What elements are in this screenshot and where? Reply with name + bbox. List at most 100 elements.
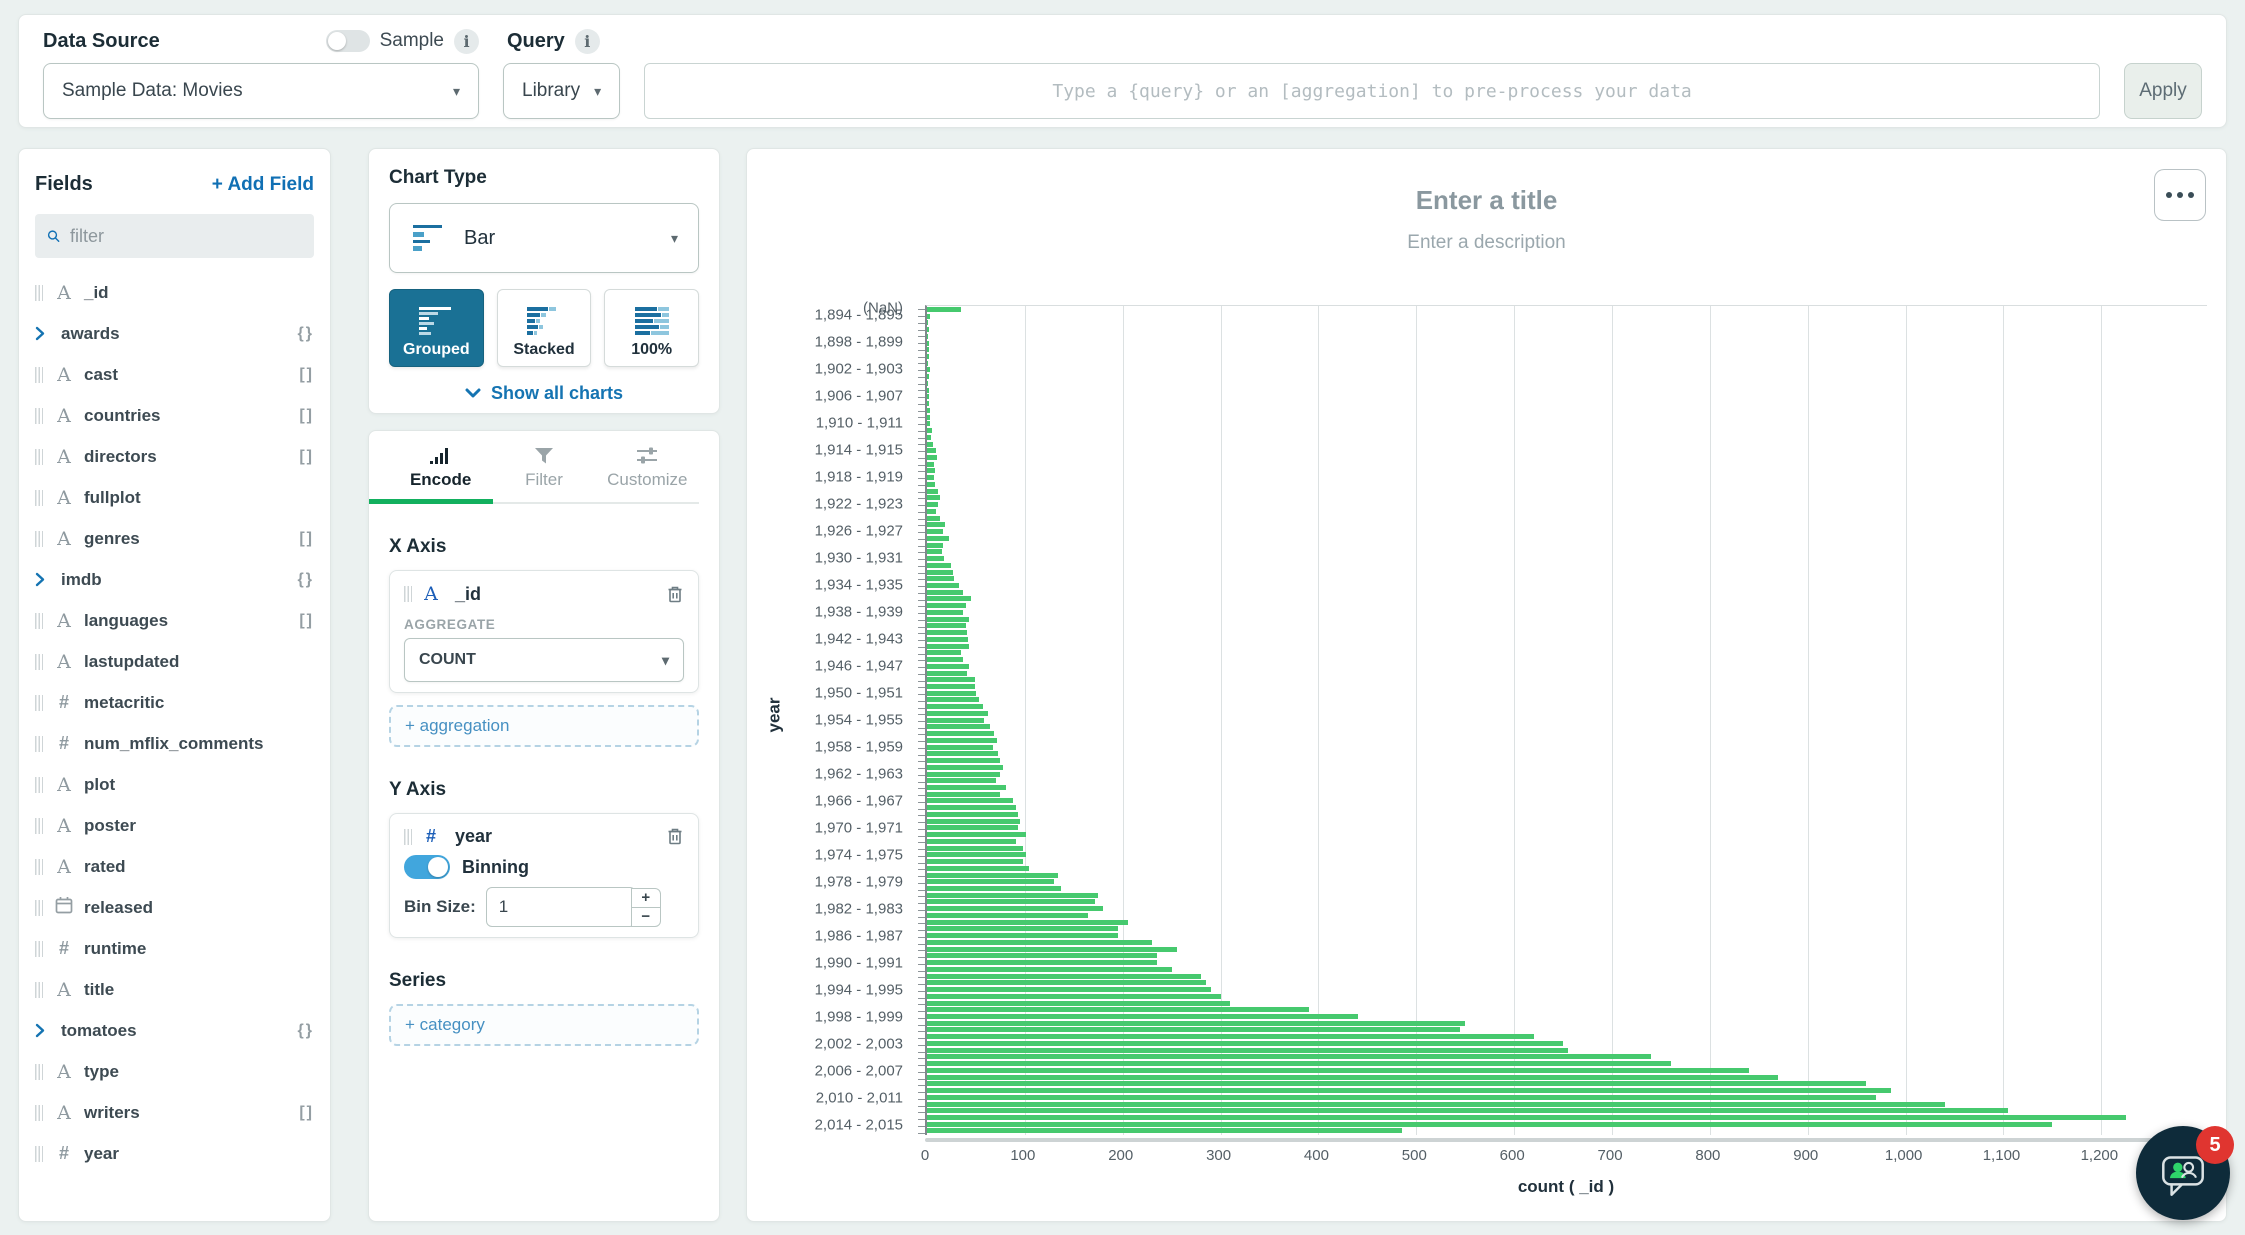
- drag-handle-icon[interactable]: [404, 586, 412, 602]
- x-tick-label: 900: [1793, 1147, 1818, 1164]
- aggregate-select[interactable]: COUNT ▾: [404, 638, 684, 682]
- chart-type-select[interactable]: Bar ▾: [389, 203, 699, 273]
- bar: [927, 1021, 1465, 1026]
- chevron-right-icon[interactable]: [35, 572, 46, 587]
- bar: [927, 361, 928, 366]
- chart-subtype-grouped[interactable]: Grouped: [389, 289, 484, 367]
- drag-handle-icon: [35, 900, 43, 916]
- chart-type-value: Bar: [464, 227, 495, 250]
- bar: [927, 1034, 1534, 1039]
- sample-info-icon[interactable]: i: [454, 29, 479, 54]
- y-tick-label: 1,994 - 1,995: [815, 981, 903, 998]
- field-item-num_mflix_comments[interactable]: #num_mflix_comments: [35, 723, 314, 764]
- bar: [927, 1027, 1460, 1032]
- chart-menu-button[interactable]: [2154, 169, 2206, 221]
- field-item-title[interactable]: Atitle: [35, 969, 314, 1010]
- query-input[interactable]: [644, 63, 2100, 119]
- field-item-languages[interactable]: Alanguages[]: [35, 600, 314, 641]
- library-select[interactable]: Library ▾: [503, 63, 620, 119]
- support-chat-button[interactable]: 5: [2136, 1126, 2230, 1220]
- field-item-metacritic[interactable]: #metacritic: [35, 682, 314, 723]
- bar: [927, 1115, 2126, 1120]
- field-filter-input[interactable]: [70, 226, 302, 247]
- tab-customize[interactable]: Customize: [596, 443, 699, 502]
- x-tick-label: 200: [1108, 1147, 1133, 1164]
- delete-field-icon[interactable]: [666, 585, 684, 604]
- chart-subtype-100[interactable]: 100%: [604, 289, 699, 367]
- bar: [927, 334, 928, 339]
- add-aggregation-dropzone[interactable]: + aggregation: [389, 705, 699, 747]
- drag-handle-icon: [35, 941, 43, 957]
- show-all-charts-link[interactable]: Show all charts: [389, 383, 699, 404]
- field-item-type[interactable]: Atype: [35, 1051, 314, 1092]
- date-type-icon: [52, 896, 76, 919]
- add-category-dropzone[interactable]: + category: [389, 1004, 699, 1046]
- bar: [927, 974, 1201, 979]
- field-item-tomatoes[interactable]: tomatoes{}: [35, 1010, 314, 1051]
- chart-description-placeholder[interactable]: Enter a description: [747, 232, 2226, 254]
- y-tick-label: 2,010 - 2,011: [816, 1089, 903, 1106]
- bar: [927, 1108, 2008, 1113]
- field-item-writers[interactable]: Awriters[]: [35, 1092, 314, 1133]
- drag-handle-icon[interactable]: [404, 829, 412, 845]
- field-item-directors[interactable]: Adirectors[]: [35, 436, 314, 477]
- increment-button[interactable]: +: [631, 888, 661, 908]
- bar: [927, 1122, 2052, 1127]
- sample-toggle[interactable]: [326, 30, 370, 52]
- field-item-genres[interactable]: Agenres[]: [35, 518, 314, 559]
- x-axis-title: X Axis: [389, 536, 699, 558]
- field-item-rated[interactable]: Arated: [35, 846, 314, 887]
- field-item-imdb[interactable]: imdb{}: [35, 559, 314, 600]
- bar: [927, 401, 929, 406]
- field-item-fullplot[interactable]: Afullplot: [35, 477, 314, 518]
- bar: [927, 819, 1020, 824]
- string-type-icon: A: [419, 583, 443, 605]
- drag-handle-icon: [35, 982, 43, 998]
- field-item-runtime[interactable]: #runtime: [35, 928, 314, 969]
- chart-subtype-stacked[interactable]: Stacked: [497, 289, 592, 367]
- tab-filter[interactable]: Filter: [492, 443, 595, 502]
- field-item-_id[interactable]: A_id: [35, 272, 314, 313]
- bar: [927, 482, 935, 487]
- field-item-cast[interactable]: Acast[]: [35, 354, 314, 395]
- bar: [927, 388, 929, 393]
- bar: [927, 953, 1157, 958]
- y-tick-label: 1,954 - 1,955: [815, 712, 903, 729]
- chevron-right-icon[interactable]: [35, 1023, 46, 1038]
- field-filter-box[interactable]: [35, 214, 314, 258]
- field-item-countries[interactable]: Acountries[]: [35, 395, 314, 436]
- y-axis-title: Y Axis: [389, 779, 699, 801]
- field-name: title: [84, 980, 114, 1000]
- field-item-awards[interactable]: awards{}: [35, 313, 314, 354]
- field-item-year[interactable]: #year: [35, 1133, 314, 1174]
- bar: [927, 1068, 1749, 1073]
- chart-title-placeholder[interactable]: Enter a title: [747, 185, 2226, 216]
- string-type-icon: A: [52, 610, 76, 632]
- delete-field-icon[interactable]: [666, 827, 684, 846]
- bar: [927, 724, 990, 729]
- bar: [927, 980, 1206, 985]
- query-info-icon[interactable]: i: [575, 29, 600, 54]
- field-item-released[interactable]: released: [35, 887, 314, 928]
- apply-button[interactable]: Apply: [2124, 63, 2202, 119]
- binning-toggle[interactable]: [404, 855, 450, 879]
- chart-type-panel: Chart Type Bar ▾ Grouped: [368, 148, 720, 414]
- field-item-lastupdated[interactable]: Alastupdated: [35, 641, 314, 682]
- bar: [927, 1102, 1945, 1107]
- add-field-button[interactable]: + Add Field: [212, 174, 314, 196]
- bar: [927, 610, 963, 615]
- bar: [927, 805, 1016, 810]
- number-type-icon: #: [52, 733, 76, 754]
- bin-size-input[interactable]: [486, 887, 636, 927]
- grouped-bars-icon: [416, 306, 456, 336]
- bar: [927, 691, 976, 696]
- field-type-badge: []: [299, 407, 314, 425]
- tab-encode[interactable]: Encode: [389, 443, 492, 502]
- field-item-poster[interactable]: Aposter: [35, 805, 314, 846]
- drag-handle-icon: [35, 531, 43, 547]
- data-source-select[interactable]: Sample Data: Movies ▾: [43, 63, 479, 119]
- field-item-plot[interactable]: Aplot: [35, 764, 314, 805]
- chevron-right-icon[interactable]: [35, 326, 46, 341]
- hundred-percent-label: 100%: [631, 341, 672, 359]
- decrement-button[interactable]: −: [631, 907, 661, 927]
